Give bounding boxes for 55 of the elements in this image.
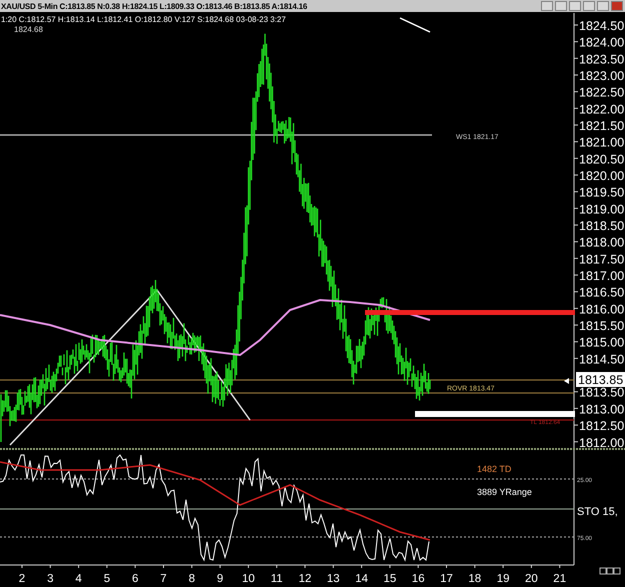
price-axis-label: 1821.00 xyxy=(579,136,624,150)
price-axis-label: 1819.50 xyxy=(579,186,624,200)
price-axis-label: 1822.00 xyxy=(579,102,624,116)
price-axis-label: 1817.00 xyxy=(579,269,624,284)
yrange-label: 3889 YRange xyxy=(477,487,532,497)
time-axis-label: 14 xyxy=(355,573,368,585)
price-axis-label: 1819.00 xyxy=(579,202,624,216)
price-axis-label: 1824.50 xyxy=(579,19,624,33)
time-axis-label: 6 xyxy=(132,573,138,585)
price-axis-label: 1816.00 xyxy=(579,302,624,316)
price-axis-label: 1813.00 xyxy=(579,402,624,416)
time-axis-label: 7 xyxy=(160,573,167,585)
time-axis-label: 10 xyxy=(242,573,255,585)
price-pointer-icon xyxy=(564,378,569,384)
price-axis-label: 1818.00 xyxy=(579,236,624,250)
price-axis-label: 1816.50 xyxy=(579,286,624,300)
chart-summary: XAU/USD 5-Min C:1813.85 N:0.38 H:1824.15 L:1809.33 O:1813.46 B:1813.85 A:1814.16 xyxy=(0,2,308,10)
time-axis-label: 12 xyxy=(298,573,312,585)
price-axis-label: 1820.50 xyxy=(579,152,624,166)
study-label: STO 15, xyxy=(577,506,618,518)
price-axis-label: 1814.50 xyxy=(579,352,624,366)
price-axis-label: 1823.50 xyxy=(579,52,624,66)
price-axis-label: 1813.50 xyxy=(579,386,624,400)
price-axis-label: 1812.50 xyxy=(579,419,624,434)
time-axis-label: 2 xyxy=(18,573,26,585)
price-axis-label: 1824.00 xyxy=(579,36,624,50)
time-axis-label: 3 xyxy=(47,573,54,585)
price-axis-label: 1818.50 xyxy=(579,219,624,234)
bar-info: 1:20 C:1812.57 H:1813.14 L:1812.41 O:1812.80 V:127 S:1824.68 03-08-23 3:27 xyxy=(1,15,286,24)
time-axis-label: 16 xyxy=(412,573,425,585)
time-axis-label: 20 xyxy=(525,573,538,585)
time-axis-label: 11 xyxy=(270,573,283,585)
price-axis-label: 1815.00 xyxy=(579,336,624,350)
time-axis-label: 5 xyxy=(104,573,110,585)
time-axis-label: 4 xyxy=(75,573,82,585)
price-axis-label: 1820.00 xyxy=(579,169,624,184)
trend-line xyxy=(400,17,430,33)
price-axis-label: 1822.50 xyxy=(579,86,624,100)
time-axis-label: 19 xyxy=(496,573,510,585)
price-axis-label: 1821.50 xyxy=(579,119,624,134)
price-axis-label: 1815.50 xyxy=(579,319,624,334)
time-axis-label: 15 xyxy=(384,573,396,585)
price-axis-label: 1823.00 xyxy=(579,69,624,83)
time-axis-label: 21 xyxy=(553,573,566,585)
time-axis-label: 17 xyxy=(440,573,453,585)
price-axis-label: 1812.00 xyxy=(579,436,624,450)
last-price-tag: 1813.85 xyxy=(576,372,625,387)
td-label: 1482 TD xyxy=(477,464,512,474)
time-axis-label: 18 xyxy=(468,573,482,585)
close-icon[interactable] xyxy=(611,1,623,11)
high-marker: 1824.68 xyxy=(14,25,43,34)
time-axis-label: 13 xyxy=(326,573,340,585)
price-axis-label: 1817.50 xyxy=(579,252,624,266)
time-axis-label: 8 xyxy=(188,573,195,585)
time-axis-label: 9 xyxy=(216,573,224,585)
